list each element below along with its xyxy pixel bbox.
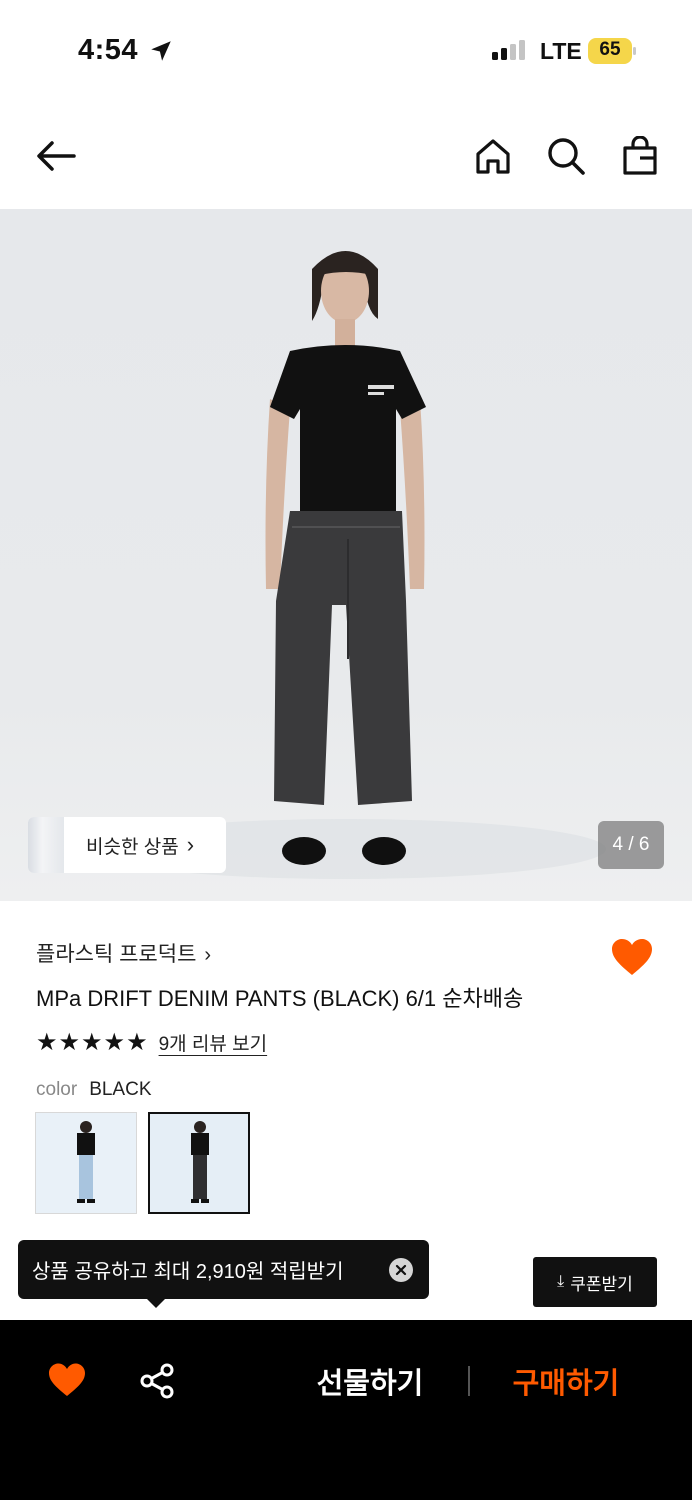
cart-button[interactable] (616, 132, 664, 180)
coupon-label: 쿠폰받기 (570, 1274, 633, 1294)
download-icon: ⤓ (557, 1273, 565, 1290)
brand-link[interactable]: 플라스틱 프로덕트 › (36, 938, 211, 968)
location-arrow-icon (151, 41, 171, 61)
buy-button[interactable]: 구매하기 (496, 1360, 636, 1402)
network-type: LTE (540, 38, 582, 64)
search-button[interactable] (542, 132, 590, 180)
home-button[interactable] (469, 132, 517, 180)
toast-message: 상품 공유하고 최대 2,910원 적립받기 (32, 1261, 344, 1283)
search-icon (548, 138, 585, 175)
swatch-light-photo (77, 1121, 95, 1203)
back-button[interactable] (32, 132, 80, 180)
brand-name: 플라스틱 프로덕트 (36, 943, 197, 966)
favorite-heart-icon[interactable] (610, 936, 654, 978)
home-icon (476, 139, 510, 174)
chevron-right-icon: › (186, 832, 195, 857)
chevron-right-icon: › (204, 944, 212, 966)
battery-level: 65 (599, 39, 621, 60)
cellular-signal-icon (492, 40, 525, 60)
product-image[interactable]: 비슷한 상품 › 4 / 6 (0, 209, 692, 901)
status-time: 4:54 (78, 34, 139, 66)
share-reward-toast: 상품 공유하고 최대 2,910원 적립받기 (18, 1240, 429, 1299)
color-swatch-light[interactable] (35, 1112, 137, 1214)
swatch-black-photo (191, 1121, 209, 1203)
model-photo (86, 251, 606, 879)
similar-product-thumbnail (28, 817, 64, 873)
battery-icon: 65 (588, 38, 636, 64)
similar-products-label: 비슷한 상품 (86, 836, 179, 858)
close-icon (395, 1264, 407, 1276)
review-link[interactable]: 9개 리뷰 보기 (159, 1029, 268, 1056)
color-value: BLACK (89, 1079, 152, 1100)
arrow-left-icon (37, 141, 76, 171)
top-nav (0, 110, 692, 206)
toast-close-button[interactable] (389, 1258, 413, 1282)
wishlist-heart-icon[interactable] (48, 1362, 86, 1398)
coupon-button[interactable]: ⤓ 쿠폰받기 (533, 1257, 657, 1307)
toast-pointer (146, 1298, 166, 1308)
image-counter: 4 / 6 (598, 821, 664, 869)
gift-button[interactable]: 선물하기 (300, 1360, 440, 1402)
status-bar: 4:54 LTE 65 (0, 0, 692, 100)
rating-row: ★★★★★ 9개 리뷰 보기 (36, 1028, 267, 1057)
color-label: color (36, 1079, 78, 1100)
product-title: MPa DRIFT DENIM PANTS (BLACK) 6/1 순차배송 (36, 986, 524, 1011)
bottom-action-bar: 선물하기 구매하기 (0, 1320, 692, 1500)
color-row: color BLACK (36, 1079, 152, 1101)
share-icon[interactable] (138, 1362, 176, 1400)
color-swatch-black[interactable] (148, 1112, 250, 1214)
similar-products-button[interactable]: 비슷한 상품 › (28, 817, 226, 873)
shopping-bag-icon (623, 136, 657, 175)
rating-stars: ★★★★★ (36, 1029, 149, 1056)
action-divider (468, 1366, 470, 1396)
